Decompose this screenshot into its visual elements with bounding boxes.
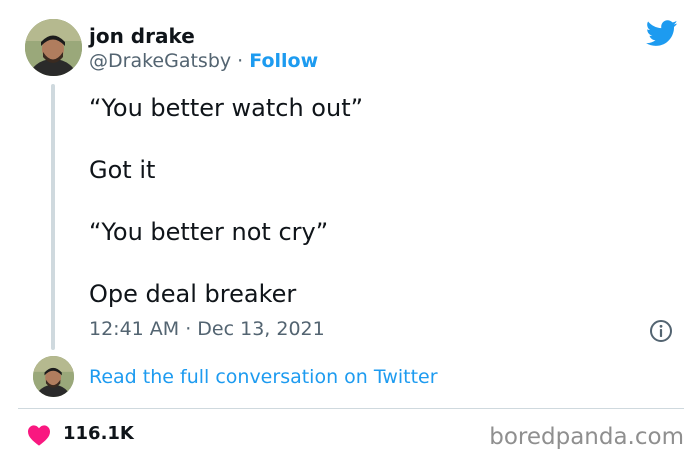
avatar-portrait-icon [33, 356, 74, 397]
handle-separator: · [231, 50, 250, 72]
avatar[interactable] [25, 19, 82, 76]
watermark: boredpanda.com [489, 424, 684, 450]
twitter-bird-icon[interactable] [646, 20, 678, 47]
tweet-text-line: “You better not cry” [89, 218, 329, 246]
author-display-name[interactable]: jon drake [89, 24, 195, 48]
thread-line [51, 84, 55, 350]
read-conversation-link[interactable]: Read the full conversation on Twitter [89, 366, 438, 388]
avatar-portrait-icon [25, 19, 82, 76]
author-handle-row: @DrakeGatsby · Follow [89, 50, 318, 72]
divider [18, 408, 684, 409]
heart-icon[interactable] [27, 424, 51, 446]
like-count[interactable]: 116.1K [63, 423, 134, 444]
follow-button[interactable]: Follow [249, 50, 318, 72]
tweet-timestamp[interactable]: 12:41 AM · Dec 13, 2021 [89, 318, 325, 340]
author-handle[interactable]: @DrakeGatsby [89, 50, 231, 72]
tweet-text-line: Ope deal breaker [89, 280, 297, 308]
info-icon[interactable] [649, 319, 673, 343]
tweet-text-line: “You better watch out” [89, 94, 364, 122]
avatar-small[interactable] [33, 356, 74, 397]
tweet-text-line: Got it [89, 156, 156, 184]
